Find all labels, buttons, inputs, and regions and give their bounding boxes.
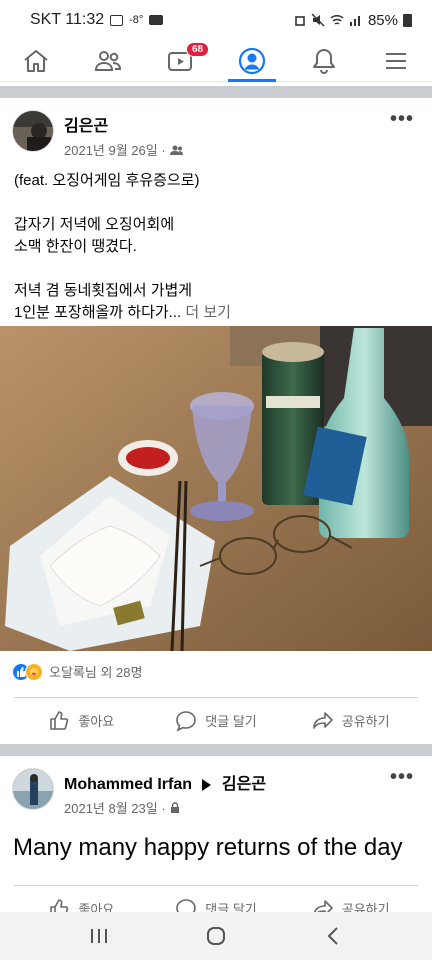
wifi-icon [330,14,344,25]
signal-icon [349,16,360,26]
post-line: 1인분 포장해올까 하다가... [14,304,182,321]
thumbs-up-icon [50,710,69,730]
section-divider [0,744,432,756]
post-photo[interactable] [0,326,432,651]
arrow-right-icon [202,778,212,791]
status-time: SKT 11:32 [30,11,105,28]
lock-icon [170,801,179,813]
friends-audience-icon [169,145,183,155]
gallery-icon [110,14,124,26]
avatar[interactable] [12,768,54,810]
post-header: Mohammed Irfan 김은곤 2021년 8월 23일 · [12,768,266,817]
nav-notifications[interactable] [288,40,360,81]
alarm-icon [295,16,305,26]
post-line: 갑자기 저녁에 오징어회에 [14,216,175,233]
comment-label: 댓글 달기 [205,714,257,729]
reactions-summary[interactable]: 오달록님 외 28명 [12,662,142,681]
like-button[interactable]: 좋아요 [14,698,149,743]
post-author[interactable]: Mohammed Irfan [64,776,192,793]
avatar-photo [13,111,53,151]
home-button[interactable] [196,916,236,956]
post-header: 김은곤 2021년 9월 26일 · [12,110,184,159]
menu-icon [386,52,406,69]
system-nav-bar [0,912,432,960]
nav-home[interactable] [0,40,72,81]
post-target[interactable]: 김은곤 [222,776,266,793]
home-icon [24,49,48,72]
nav-friends[interactable] [72,40,144,81]
share-button[interactable]: 공유하기 [283,698,418,743]
post-text: Many many happy returns of the day [13,834,403,861]
battery-icon [403,13,412,27]
nav-watch[interactable]: 68 [144,40,216,81]
nav-menu[interactable] [360,40,432,81]
nav-profile[interactable] [216,40,288,82]
more-options-icon[interactable]: ••• [390,766,414,789]
weather-temp: -8° [129,14,144,26]
like-label: 좋아요 [78,714,115,729]
post-date[interactable]: 2021년 9월 26일 · [64,140,166,159]
section-divider [0,86,432,98]
avatar[interactable] [12,110,54,152]
post-line: 소맥 한잔이 땡겼다. [14,238,137,255]
share-label: 공유하기 [341,714,390,729]
home-circle-icon [206,927,225,945]
post-line: 저녁 겸 동네횟집에서 가볍게 [14,282,193,299]
mute-icon [311,13,325,27]
post-date[interactable]: 2021년 8월 23일 · [64,798,166,817]
post-text: (feat. 오징어게임 후유증으로) 갑자기 저녁에 오징어회에 소맥 한잔이… [14,170,418,324]
youtube-icon [149,15,164,25]
avatar-photo [13,769,53,809]
friends-icon [94,50,122,71]
see-more-link[interactable]: 더 보기 [185,304,231,321]
more-options-icon[interactable]: ••• [390,108,414,131]
status-bar: SKT 11:32 -8° 85% [0,0,432,40]
post-author[interactable]: 김은곤 [64,112,184,136]
battery-percent: 85% [367,11,398,29]
top-nav: 68 [0,40,432,82]
reaction-count: 오달록님 외 28명 [49,665,143,680]
profile-icon [238,47,266,74]
share-icon [312,711,333,729]
post-line: (feat. 오징어게임 후유증으로) [14,172,200,189]
food-drinks-photo [0,326,432,651]
back-button[interactable] [313,916,353,956]
care-reaction-icon [25,662,43,681]
recent-apps-button[interactable] [79,916,119,956]
bell-icon [313,48,335,74]
comment-icon [176,710,197,732]
back-icon [327,927,339,945]
comment-button[interactable]: 댓글 달기 [149,698,284,743]
video-badge: 68 [186,42,210,57]
post-actions: 좋아요 댓글 달기 공유하기 [14,697,418,743]
recent-apps-icon [90,929,107,943]
